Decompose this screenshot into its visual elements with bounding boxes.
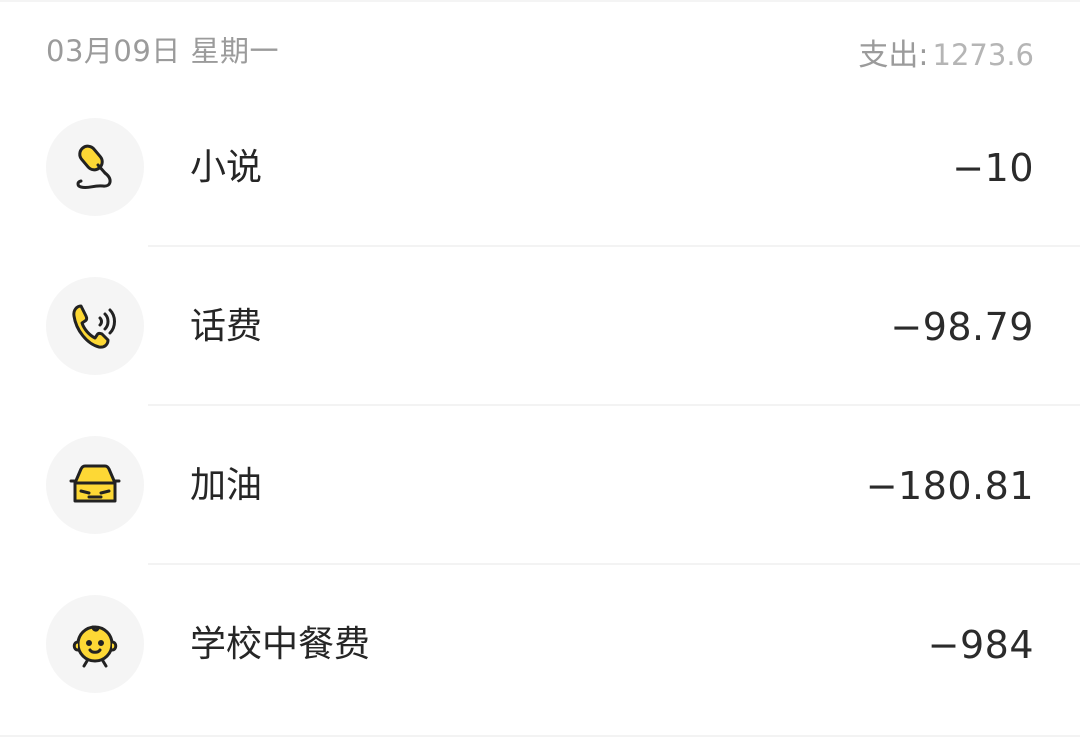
weekday-text: 星期一 [190,34,280,68]
transaction-label: 学校中餐费 [190,624,371,665]
phone-icon-svg [72,304,116,349]
transaction-label: 话费 [190,306,263,347]
baby-face-icon [46,595,144,693]
day-expense-total: 支出: 1273.6 [858,30,1034,74]
transaction-list: 小说 −10 话费 −98.79 加油 −180.81 学校中餐费 −984 [0,88,1080,724]
bottom-divider [0,735,1080,737]
transaction-label: 小说 [190,147,263,188]
transaction-amount: −984 [927,623,1034,667]
date-text: 03月09日 [46,34,181,68]
transaction-amount: −180.81 [865,464,1034,508]
car-icon-svg [69,464,121,503]
transaction-amount: −10 [952,146,1034,190]
transaction-row[interactable]: 学校中餐费 −984 [0,565,1080,724]
transaction-amount: −98.79 [890,305,1034,349]
day-header: 03月09日 星期一 支出: 1273.6 [0,0,1080,92]
car-icon [46,436,144,534]
transaction-row[interactable]: 加油 −180.81 [0,406,1080,565]
transaction-row[interactable]: 小说 −10 [0,88,1080,247]
baby-face-icon-svg [72,625,118,668]
microphone-icon [46,118,144,216]
transaction-label: 加油 [190,465,263,506]
day-date: 03月09日 星期一 [46,28,279,70]
transaction-row[interactable]: 话费 −98.79 [0,247,1080,406]
expense-value: 1273.6 [932,38,1034,72]
expense-label: 支出: [858,38,929,73]
microphone-icon-svg [76,144,112,190]
phone-icon [46,277,144,375]
